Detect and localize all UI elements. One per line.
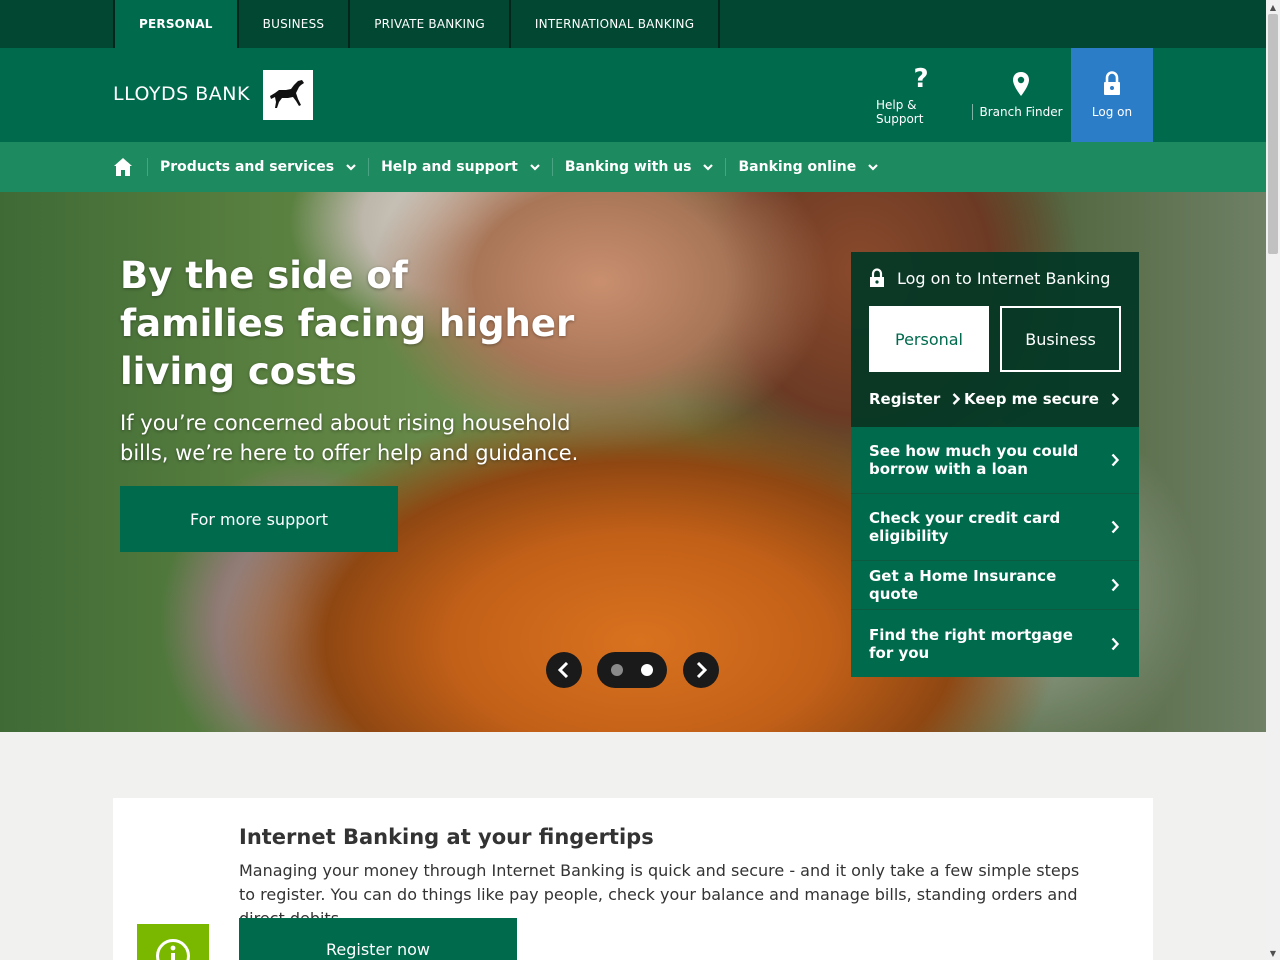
chevron-down-icon: [868, 164, 878, 171]
hero-title: By the side of families facing higher li…: [120, 254, 575, 393]
carousel-dot-2[interactable]: [641, 664, 653, 676]
branch-finder-link[interactable]: Branch Finder: [978, 48, 1064, 142]
map-pin-icon: [1012, 71, 1030, 105]
tab-personal[interactable]: PERSONAL: [113, 0, 237, 48]
chevron-right-icon: [952, 393, 961, 405]
chevron-down-icon: [530, 164, 540, 171]
help-support-link[interactable]: ? Help & Support: [876, 48, 966, 142]
logon-panel: Log on to Internet Banking Personal Busi…: [851, 252, 1139, 427]
quick-link-label: Check your credit card eligibility: [869, 509, 1061, 545]
chevron-right-icon: [1111, 578, 1119, 592]
quick-link-home-insurance[interactable]: Get a Home Insurance quote: [851, 561, 1139, 610]
business-logon-button[interactable]: Business: [1000, 306, 1121, 372]
quick-link-credit-card[interactable]: Check your credit card eligibility: [851, 494, 1139, 561]
card-title: Internet Banking at your fingertips: [239, 825, 654, 849]
nav-item-label: Products and services: [160, 159, 335, 175]
chevron-right-icon: [1111, 637, 1119, 650]
logo-wordmark[interactable]: LLOYDS BANK: [113, 83, 250, 105]
tab-international-banking[interactable]: INTERNATIONAL BANKING: [508, 0, 721, 48]
scroll-up-arrow-icon[interactable]: ▲: [1266, 0, 1280, 14]
carousel-next-button[interactable]: [683, 652, 719, 688]
chevron-down-icon: [703, 164, 714, 171]
chevron-right-icon: [1111, 520, 1119, 534]
chevron-down-icon: [346, 164, 356, 171]
chevron-right-icon: [1111, 393, 1119, 405]
help-support-label: Help & Support: [876, 98, 924, 126]
logon-panel-title: Log on to Internet Banking: [869, 268, 1110, 288]
internet-banking-card: Internet Banking at your fingertips Mana…: [113, 798, 1153, 960]
scroll-thumb[interactable]: [1268, 14, 1278, 254]
question-icon: ?: [913, 64, 929, 94]
hero-banner: By the side of families facing higher li…: [0, 192, 1266, 732]
top-bar: PERSONAL BUSINESS PRIVATE BANKING INTERN…: [0, 0, 1266, 48]
horse-logo-icon[interactable]: [263, 70, 313, 120]
quick-link-label: See how much you could borrow with a loa…: [869, 442, 1079, 478]
nav-products-and-services[interactable]: Products and services: [147, 158, 368, 176]
page-scrollbar[interactable]: ▲ ▼: [1266, 0, 1280, 960]
home-icon[interactable]: [113, 157, 133, 177]
logon-button[interactable]: Log on: [1071, 48, 1153, 142]
carousel-prev-button[interactable]: [546, 652, 582, 688]
scroll-down-arrow-icon[interactable]: ▼: [1266, 946, 1280, 960]
quick-link-mortgage[interactable]: Find the right mortgage for you: [851, 610, 1139, 677]
logon-label: Log on: [1091, 105, 1133, 119]
register-link[interactable]: Register: [869, 390, 961, 408]
branch-finder-label: Branch Finder: [979, 105, 1063, 119]
tab-business[interactable]: BUSINESS: [236, 0, 349, 48]
info-badge: [137, 924, 209, 960]
personal-logon-button[interactable]: Personal: [869, 306, 989, 372]
for-more-support-button[interactable]: For more support: [120, 486, 398, 552]
nav-item-label: Help and support: [381, 159, 518, 175]
chevron-left-icon: [557, 662, 569, 678]
logon-panel-title-text: Log on to Internet Banking: [897, 268, 1111, 288]
carousel-pagination: [597, 652, 667, 688]
chevron-right-icon: [696, 662, 708, 678]
register-now-button[interactable]: Register now: [239, 918, 517, 960]
padlock-icon: [870, 268, 884, 287]
nav-item-label: Banking with us: [564, 159, 692, 175]
quick-link-loan[interactable]: See how much you could borrow with a loa…: [851, 427, 1139, 494]
nav-banking-online[interactable]: Banking online: [725, 158, 890, 176]
chevron-right-icon: [1111, 453, 1119, 467]
keep-me-secure-link[interactable]: Keep me secure: [964, 390, 1119, 408]
nav-help-and-support[interactable]: Help and support: [368, 158, 552, 176]
keep-me-secure-label: Keep me secure: [964, 390, 1099, 408]
quick-link-label: Find the right mortgage for you: [869, 625, 1073, 662]
header-divider: [972, 104, 973, 120]
carousel-dot-1[interactable]: [611, 664, 623, 676]
quick-link-label: Get a Home Insurance quote: [869, 567, 1057, 603]
padlock-icon: [1103, 71, 1121, 105]
info-icon: [156, 939, 190, 960]
segment-tabs: PERSONAL BUSINESS PRIVATE BANKING INTERN…: [113, 0, 721, 48]
nav-banking-with-us[interactable]: Banking with us: [551, 158, 726, 176]
header: LLOYDS BANK ? Help & Support Branch Find…: [0, 48, 1266, 142]
main-nav: Products and services Help and support B…: [0, 142, 1266, 192]
tab-private-banking[interactable]: PRIVATE BANKING: [348, 0, 509, 48]
nav-item-label: Banking online: [738, 159, 857, 175]
register-label: Register: [869, 390, 941, 408]
hero-subtitle: If you’re concerned about rising househo…: [120, 411, 579, 465]
